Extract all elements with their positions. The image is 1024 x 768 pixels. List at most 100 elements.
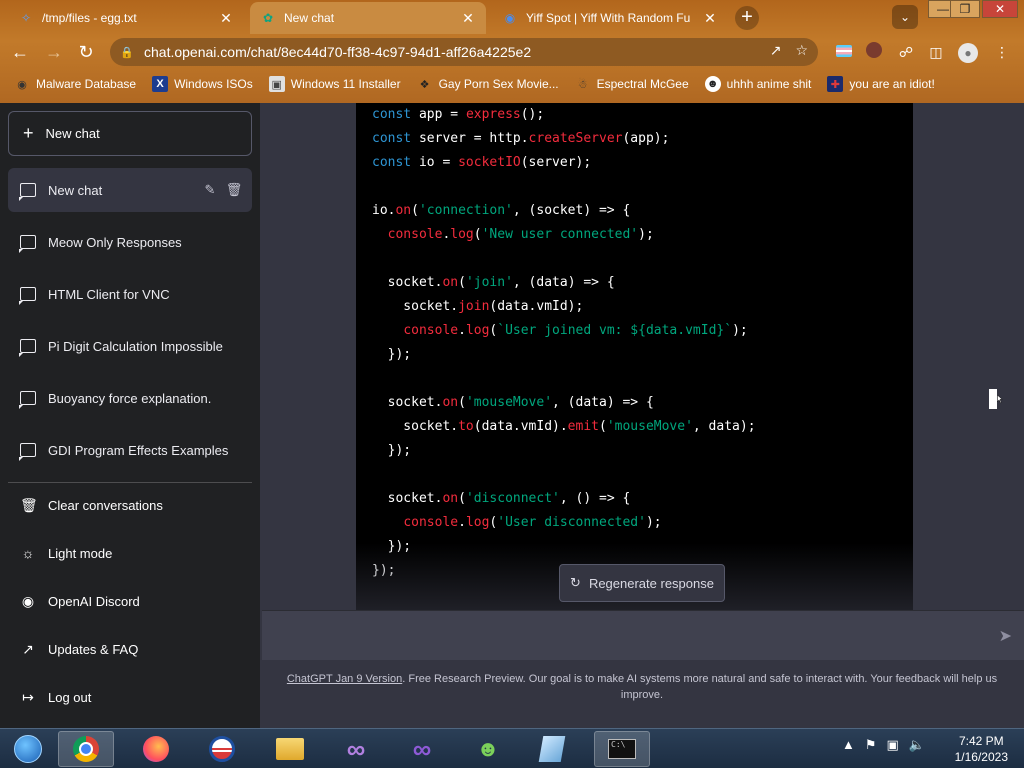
log-out-button[interactable]: ↦ Log out <box>8 675 252 719</box>
openai-discord-link[interactable]: ◉ OpenAI Discord <box>8 579 252 623</box>
new-chat-label: New chat <box>45 126 100 141</box>
visual-studio-taskbar-icon[interactable]: ∞ <box>394 731 450 767</box>
refresh-icon: ↻ <box>570 575 581 590</box>
forward-icon[interactable]: → <box>42 40 66 64</box>
tray-expand-icon[interactable]: ▲ <box>842 737 855 753</box>
clear-conversations-button[interactable]: 🗑 Clear conversations <box>8 483 252 527</box>
chat-bubble-icon <box>19 183 36 201</box>
new-tab-button[interactable]: + <box>735 6 759 30</box>
bookmark-movie-site[interactable]: ❖ Gay Porn Sex Movie... <box>417 76 559 92</box>
image-icon: ▣ <box>268 76 285 92</box>
new-chat-button[interactable]: + New chat <box>8 111 252 156</box>
star-icon[interactable]: ☆ <box>795 42 808 59</box>
bookmark-espectral-mcgee[interactable]: ☃ Espectral McGee <box>575 76 689 92</box>
command-prompt-taskbar-icon[interactable]: C:\ <box>594 731 650 767</box>
menu-label: Light mode <box>48 545 113 561</box>
visual-studio-installer-taskbar-icon[interactable]: ∞ <box>328 731 384 767</box>
footer-disclaimer: ChatGPT Jan 9 Version. Free Research Pre… <box>280 671 1004 703</box>
code-block: const app = express(); const server = ht… <box>356 103 913 610</box>
clock[interactable]: 7:42 PM 1/16/2023 <box>955 733 1008 765</box>
close-window-button[interactable]: ✕ <box>982 0 1018 18</box>
notepad-taskbar-icon[interactable] <box>524 731 580 767</box>
firefox-taskbar-icon[interactable] <box>128 731 184 767</box>
uk-flag-icon: ✚ <box>827 76 844 92</box>
tab-title: New chat <box>284 11 335 25</box>
url-text: chat.openai.com/chat/8ec44d70-ff38-4c97-… <box>144 44 532 60</box>
people-network-taskbar-icon[interactable]: ☻ <box>460 731 516 767</box>
conversation-item[interactable]: Pi Digit Calculation Impossible <box>8 324 252 368</box>
chat-bubble-icon <box>19 235 36 253</box>
external-link-icon: ↗ <box>22 640 34 657</box>
trash-icon: 🗑 <box>20 496 38 513</box>
conversation-item[interactable]: HTML Client for VNC <box>8 272 252 316</box>
share-icon[interactable]: ↗ <box>770 42 782 59</box>
bookmark-windows-isos[interactable]: X Windows ISOs <box>152 76 253 92</box>
prompt-input-bar: ➤ <box>262 610 1024 660</box>
conversation-item[interactable]: Meow Only Responses <box>8 220 252 264</box>
bookmark-malware-database[interactable]: ◉ Malware Database <box>14 76 136 92</box>
reload-icon[interactable]: ↻ <box>74 40 98 64</box>
tab-search-button[interactable]: ⌄ <box>892 5 918 29</box>
version-link[interactable]: ChatGPT Jan 9 Version <box>287 673 402 685</box>
tab-strip: ✧ /tmp/files - egg.txt ✕ ✿ New chat ✕ ◉ … <box>0 0 1024 34</box>
send-icon[interactable]: ➤ <box>999 626 1012 646</box>
chat-bubble-icon <box>19 287 36 305</box>
regenerate-response-button[interactable]: ↻ Regenerate response <box>559 564 725 602</box>
bookmark-windows-11-installer[interactable]: ▣ Windows 11 Installer <box>268 76 401 92</box>
network-icon[interactable]: ▣ <box>887 737 899 753</box>
start-button[interactable] <box>0 731 56 767</box>
back-icon[interactable]: ← <box>8 40 32 64</box>
conversation-title: Buoyancy force explanation. <box>48 390 212 406</box>
close-icon[interactable]: ✕ <box>702 10 718 27</box>
bookmark-label: you are an idiot! <box>849 77 935 91</box>
globe-icon: ◉ <box>17 78 27 91</box>
updates-faq-link[interactable]: ↗ Updates & FAQ <box>8 627 252 671</box>
file-explorer-taskbar-icon[interactable] <box>262 731 318 767</box>
light-mode-button[interactable]: ☼ Light mode <box>8 531 252 575</box>
prompt-input[interactable] <box>276 623 976 649</box>
side-panel-icon[interactable]: ◫ <box>926 42 946 62</box>
browser-toolbar: ← → ↻ 🔒 chat.openai.com/chat/8ec44d70-ff… <box>0 34 1024 70</box>
site-icon: ◉ <box>504 11 516 25</box>
conversation-title: Pi Digit Calculation Impossible <box>48 338 223 354</box>
sidebar: + New chat New chat ✎ 🗑 Meow Only Respon… <box>0 103 260 728</box>
taskbar: ∞ ∞ ☻ C:\ ▲ ⚑ ▣ 🔈 7:42 PM 1/16/2023 <box>0 728 1024 768</box>
lock-icon: 🔒 <box>120 46 134 59</box>
anime-icon: ☻ <box>704 76 721 92</box>
regenerate-label: Regenerate response <box>588 575 714 591</box>
conversation-item[interactable]: Buoyancy force explanation. <box>8 376 252 420</box>
edit-icon[interactable]: ✎ <box>198 182 222 198</box>
puzzle-extensions-icon[interactable]: ☍ <box>896 42 916 62</box>
menu-label: Updates & FAQ <box>48 641 139 657</box>
volume-icon[interactable]: 🔈 <box>909 737 925 753</box>
maximize-button[interactable]: ❐ <box>950 0 980 18</box>
character-icon: ☃ <box>577 78 588 91</box>
close-icon[interactable]: ✕ <box>460 10 476 27</box>
trash-icon[interactable]: 🗑 <box>222 182 246 198</box>
conversation-title: New chat <box>48 182 103 198</box>
pride-flag-extension-icon[interactable] <box>834 42 854 62</box>
bookmark-label: Gay Porn Sex Movie... <box>438 77 559 91</box>
campaign-logo-taskbar-icon[interactable] <box>194 731 250 767</box>
bookmark-anime[interactable]: ☻ uhhh anime shit <box>704 76 811 92</box>
conversation-item[interactable]: GDI Program Effects Examples <box>8 428 252 472</box>
menu-label: OpenAI Discord <box>48 593 140 609</box>
tab-yiff-spot[interactable]: ◉ Yiff Spot | Yiff With Random Fu ✕ <box>492 2 728 34</box>
tab-title: Yiff Spot | Yiff With Random Fu <box>526 11 691 25</box>
chat-bubble-icon <box>19 391 36 409</box>
clock-date: 1/16/2023 <box>954 750 1008 764</box>
tab-files[interactable]: ✧ /tmp/files - egg.txt ✕ <box>8 2 244 34</box>
bookmark-you-are-an-idiot[interactable]: ✚ you are an idiot! <box>827 76 935 92</box>
profile-icon[interactable]: ● <box>958 42 978 63</box>
chrome-taskbar-icon[interactable] <box>58 731 114 767</box>
conversation-item-active[interactable]: New chat ✎ 🗑 <box>8 168 252 212</box>
extension-avatar-icon[interactable] <box>864 42 884 62</box>
bookmarks-bar: ◉ Malware Database X Windows ISOs ▣ Wind… <box>0 70 1024 98</box>
tab-new-chat[interactable]: ✿ New chat ✕ <box>250 2 486 34</box>
action-center-flag-icon[interactable]: ⚑ <box>865 737 877 753</box>
menu-kebab-icon[interactable]: ⋮ <box>992 42 1012 62</box>
bookmark-label: Espectral McGee <box>596 77 689 91</box>
address-bar[interactable]: 🔒 chat.openai.com/chat/8ec44d70-ff38-4c9… <box>110 38 818 66</box>
chat-bubble-icon <box>19 443 36 461</box>
close-icon[interactable]: ✕ <box>218 10 234 27</box>
